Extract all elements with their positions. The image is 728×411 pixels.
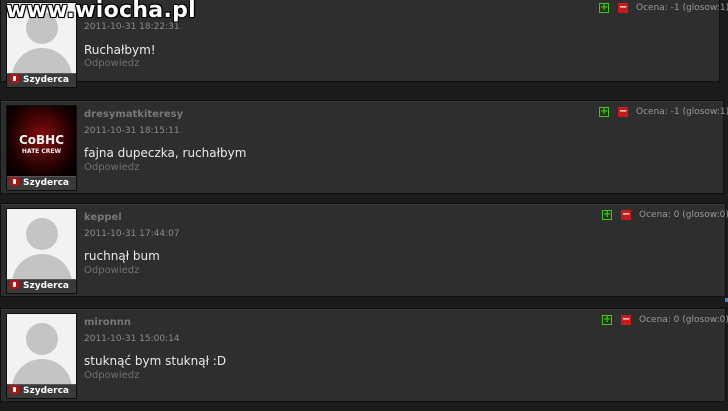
watermark: www.wiocha.pl	[6, 0, 196, 23]
minus-icon[interactable]: −	[618, 107, 628, 117]
comment-text: stuknąć bym stuknął :D	[84, 354, 227, 368]
rank-badge: Szyderca	[7, 384, 76, 398]
rank-badge-label: Szyderca	[23, 281, 69, 291]
rank-badge-label: Szyderca	[23, 178, 69, 188]
reply-link[interactable]: Odpowiedz	[84, 265, 139, 276]
rating-text: Ocena: -1 (glosow:1)	[636, 107, 728, 117]
avatar[interactable]: Szyderca	[6, 208, 77, 294]
comment-item: Szyderca mironnn 2011-10-31 15:00:14 stu…	[0, 308, 728, 402]
rank-badge-icon	[10, 177, 19, 186]
plus-icon[interactable]: +	[599, 3, 609, 13]
comment-text: Ruchałbym!	[84, 43, 156, 57]
plus-icon[interactable]: +	[602, 315, 612, 325]
comment-date: 2011-10-31 15:00:14	[84, 334, 180, 344]
comment-author[interactable]: mironnn	[84, 317, 131, 328]
comment-item: Szyderca keppel 2011-10-31 17:44:07 ruch…	[0, 203, 728, 297]
reply-link[interactable]: Odpowiedz	[84, 162, 139, 173]
reply-link[interactable]: Odpowiedz	[84, 58, 139, 69]
avatar[interactable]: CoBHC HATE CREW Szyderca	[6, 105, 77, 191]
logo-text-sub: HATE CREW	[21, 148, 62, 155]
rank-badge-icon	[10, 280, 19, 289]
minus-icon[interactable]: −	[621, 315, 631, 325]
avatar-head-shape	[26, 218, 58, 250]
rank-badge-icon	[10, 385, 19, 394]
minus-icon[interactable]: −	[618, 3, 628, 13]
plus-icon[interactable]: +	[602, 210, 612, 220]
rank-badge: Szyderca	[7, 176, 76, 190]
rating-text: Ocena: 0 (glosow:0)	[639, 315, 728, 325]
comment-date: 2011-10-31 18:15:11	[84, 126, 180, 136]
rank-badge: Szyderca	[7, 73, 76, 87]
reply-link[interactable]: Odpowiedz	[84, 370, 139, 381]
rating-text: Ocena: 0 (glosow:0)	[639, 210, 728, 220]
logo-text-main: CoBHC	[18, 133, 65, 147]
comment-author[interactable]: dresymatkiteresy	[84, 109, 183, 120]
comment-item: CoBHC HATE CREW Szyderca dresymatkiteres…	[0, 100, 728, 194]
rank-badge-label: Szyderca	[23, 75, 69, 85]
plus-icon[interactable]: +	[599, 107, 609, 117]
rank-badge: Szyderca	[7, 279, 76, 293]
avatar[interactable]: Szyderca	[6, 313, 77, 399]
rating-text: Ocena: -1 (glosow:1)	[636, 3, 728, 13]
comment-date: 2011-10-31 17:44:07	[84, 229, 180, 239]
comment-author[interactable]: keppel	[84, 212, 122, 223]
rank-badge-label: Szyderca	[23, 386, 69, 396]
comment-text: fajna dupeczka, ruchałbym	[84, 146, 247, 160]
minus-icon[interactable]: −	[621, 210, 631, 220]
avatar-head-shape	[26, 323, 58, 355]
rank-badge-icon	[10, 74, 19, 83]
comment-date: 2011-10-31 18:22:31	[84, 22, 180, 32]
comment-text: ruchnął bum	[84, 249, 160, 263]
